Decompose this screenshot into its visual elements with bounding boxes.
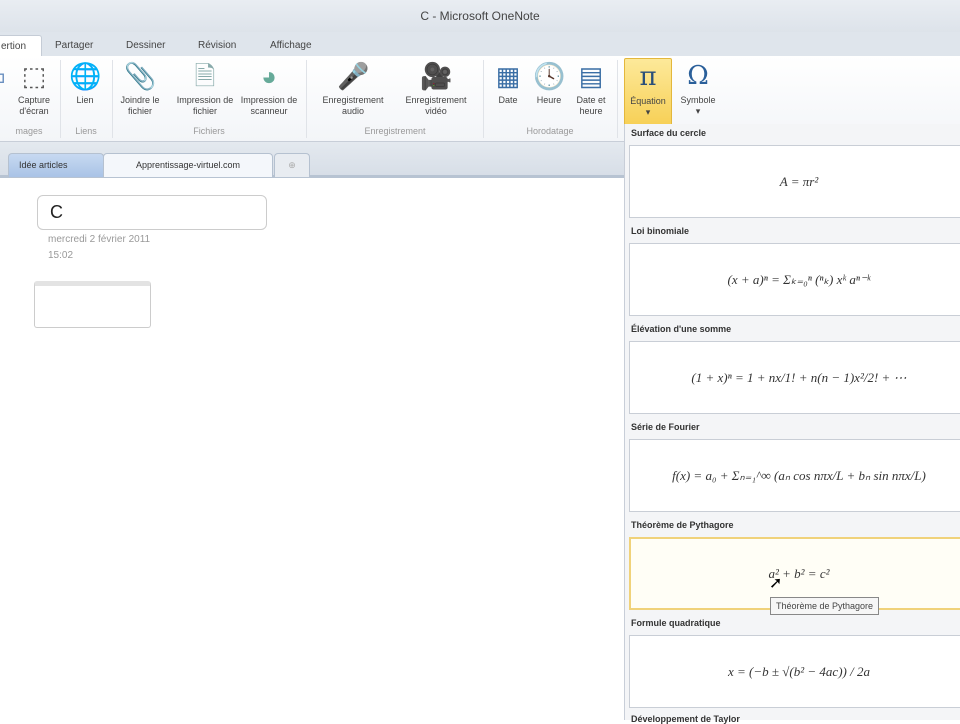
page-time: 15:02 <box>48 250 74 261</box>
gallery-header: Loi binomiale <box>631 226 690 236</box>
record-video-button[interactable]: 🎥 Enregistrement vidéo <box>395 58 477 126</box>
gallery-header: Surface du cercle <box>631 128 707 138</box>
equation-item-binomial[interactable]: (x + a)ⁿ = Σₖ₌₀ⁿ (ⁿₖ) xᵏ aⁿ⁻ᵏ <box>629 243 960 316</box>
section-tab-idee-articles[interactable]: Idée articles <box>8 153 104 177</box>
section-tabs: Idée articles Apprentissage-virtuel.com … <box>0 142 624 178</box>
tab-revision[interactable]: Révision <box>190 35 244 56</box>
calendar-clock-icon: ▤ <box>578 61 604 91</box>
equation-gallery: Surface du cercle A = πr² Loi binomiale … <box>624 124 960 724</box>
clock-icon: 🕓 <box>533 61 566 91</box>
omega-icon: Ω <box>687 61 709 91</box>
page-date: mercredi 2 février 2011 <box>48 234 151 245</box>
equation-item-fourier[interactable]: f(x) = a₀ + Σₙ₌₁^∞ (aₙ cos nπx/L + bₙ si… <box>629 439 960 512</box>
equation-button[interactable]: π Équation ▾ <box>624 58 672 126</box>
tab-partager[interactable]: Partager <box>47 35 101 56</box>
paperclip-icon: 📎 <box>124 61 157 91</box>
equation-item-sum-expansion[interactable]: (1 + x)ⁿ = 1 + nx/1! + n(n − 1)x²/2! + ⋯ <box>629 341 960 414</box>
equation-item-circle-area[interactable]: A = πr² <box>629 145 960 218</box>
group-label-horodatage: Horodatage <box>526 126 574 136</box>
equation-item-quadratic[interactable]: x = (−b ± √(b² − 4ac)) / 2a <box>629 635 960 708</box>
time-button[interactable]: 🕓 Heure <box>530 58 568 126</box>
group-label-liens: Liens <box>75 126 97 136</box>
scanner-icon: ◕ <box>261 61 277 91</box>
calendar-icon: ▦ <box>495 61 521 91</box>
attach-file-button[interactable]: 📎 Joindre le fichier <box>114 58 166 126</box>
gallery-header: Développement de Taylor <box>631 714 740 724</box>
gallery-header: Formule quadratique <box>631 618 721 628</box>
pi-icon: π <box>639 62 657 92</box>
file-printout-button[interactable]: 🗎 Impression de fichier <box>174 58 236 126</box>
tab-dessiner[interactable]: Dessiner <box>118 35 173 56</box>
image-icon: ▭ <box>0 60 10 92</box>
window-title: C - Microsoft OneNote <box>0 0 960 32</box>
tab-affichage[interactable]: Affichage <box>262 35 320 56</box>
tab-insertion[interactable]: ertion <box>0 35 42 56</box>
ribbon-tabs: ertion Partager Dessiner Révision Affich… <box>0 32 960 56</box>
date-time-button[interactable]: ▤ Date et heure <box>571 58 611 126</box>
section-tab-apprentissage[interactable]: Apprentissage-virtuel.com <box>103 153 273 177</box>
microphone-record-icon: 🎤 <box>337 61 370 91</box>
link-button[interactable]: 🌐 Lien <box>64 58 106 126</box>
record-audio-button[interactable]: 🎤 Enregistrement audio <box>312 58 394 126</box>
group-label-enregistrement: Enregistrement <box>364 126 426 136</box>
page-title-input[interactable]: C <box>37 195 267 230</box>
group-label-fichiers: Fichiers <box>193 126 225 136</box>
tooltip: Théorème de Pythagore <box>770 597 880 615</box>
screen-clipping-icon: ⬚ <box>21 61 47 91</box>
date-button[interactable]: ▦ Date <box>489 58 527 126</box>
group-label-images: mages <box>15 126 43 136</box>
globe-link-icon: 🌐 <box>69 61 102 91</box>
page-canvas[interactable]: C mercredi 2 février 2011 15:02 <box>0 181 624 720</box>
mouse-cursor-icon: ➚ <box>769 575 783 592</box>
note-container[interactable] <box>34 281 151 328</box>
gallery-header: Élévation d'une somme <box>631 324 732 334</box>
gallery-header: Série de Fourier <box>631 422 700 432</box>
video-record-icon: 🎥 <box>420 61 453 91</box>
screen-clipping-button[interactable]: ⬚ Capture d'écran <box>12 58 56 126</box>
new-section-button[interactable]: ⊕ <box>274 153 310 177</box>
symbol-button[interactable]: Ω Symbole ▾ <box>674 58 722 126</box>
scanner-printout-button[interactable]: ◕ Impression de scanneur <box>237 58 301 126</box>
images-button[interactable]: ▭e <box>0 58 10 126</box>
file-printout-icon: 🗎 <box>194 61 216 91</box>
gallery-header: Théorème de Pythagore <box>631 520 734 530</box>
